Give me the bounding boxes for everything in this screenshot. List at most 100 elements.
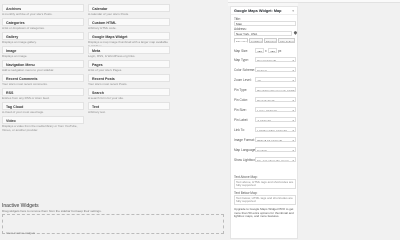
dropdown-arrow-icon: ▾ [292,128,294,132]
field-label: Pin Size: [234,108,247,112]
widget-item-header[interactable]: Google Maps Widget [88,32,170,40]
dropdown-arrow-icon: ▾ [292,68,294,72]
field-label: Pin Type: [234,88,248,92]
widget-item-header[interactable]: Recent Comments [2,74,84,82]
widget-item-description: A search form for your site. [88,96,124,100]
upgrade-notice-text: Upgrade to Google Maps Widget PRO to get… [234,207,294,219]
field-select[interactable]: PNG 8-bit (default) ▾ [255,137,296,142]
widget-item-header[interactable]: Navigation Menu [2,60,84,68]
tab-info-support[interactable]: Info & Support [278,38,295,43]
widget-item-title: Search [92,91,104,96]
widget-item-description: A cloud of your most used tags. [2,110,44,114]
text-below-textarea[interactable]: Text below, HTML tags and shortcodes are… [234,194,296,205]
widget-item-title: Categories [6,21,25,26]
widget-item-description: Displays an image gallery. [2,40,37,44]
field-label: Link To: [234,128,245,132]
widget-title: Google Maps Widget: Map [234,9,282,14]
field-label: Pin Label: [234,118,249,122]
field-label: Pin Color: [234,98,248,102]
widget-item-description: Login, RSS, & WordPress.org links. [88,54,136,58]
field-select[interactable]: Predefined by Google (default) ▾ [255,87,296,92]
widget-item-header[interactable]: Recent Posts [88,74,170,82]
dropdown-arrow-icon: ▾ [292,118,294,122]
field-label: Map Type: [234,58,249,62]
map-size-label: Map Size: [234,49,249,53]
dropdown-arrow-icon: ▾ [292,78,294,82]
widget-area-panel: Google Maps Widget: Map ▾ Title: Map Add… [228,3,298,240]
map-height-input[interactable]: 250 [268,48,277,53]
widget-item-description: Your site's most recent Posts. [88,82,128,86]
map-pin-icon[interactable] [292,30,298,36]
field-label: Show Lightbox: [234,158,256,162]
widget-item-header[interactable]: Gallery [2,32,84,40]
widget-item-header[interactable]: Tag Cloud [2,102,84,110]
widget-item-header[interactable]: Video [2,116,84,124]
widget-item-title: Image [6,49,17,54]
field-label: Zoom Level: [234,78,252,82]
field-label: Color Scheme: [234,68,256,72]
field-label: Map Language: [234,148,257,152]
field-select[interactable]: English ▾ [255,147,296,152]
field-select-value: Road (default) [257,58,277,62]
field-select-value: Default [257,68,267,72]
px-label: px [278,49,282,53]
field-select[interactable]: Large (default) ▾ [255,107,296,112]
widget-item-header[interactable]: Meta [88,46,170,54]
widget-item-description: A list or dropdown of categories. [2,26,45,30]
field-select[interactable]: Default ▾ [255,67,296,72]
widget-item-title: Pages [92,63,103,68]
widget-item-header[interactable]: Image [2,46,84,54]
widget-item-description: A calendar of your site's Posts. [88,12,129,16]
widget-item-header[interactable]: Calendar [88,4,170,12]
field-select-value: A (default) [257,118,271,122]
tab-shortcode[interactable]: Shortcode [264,38,277,43]
title-input[interactable]: Map [234,20,296,26]
widget-item-description: A monthly archive of your site's Posts. [2,12,53,16]
widget-item-header[interactable]: Custom HTML [88,18,170,26]
widget-item-title: Gallery [6,35,19,40]
widget-item-header[interactable]: Pages [88,60,170,68]
field-select-value: English [257,148,268,152]
widget-item-title: Video [6,119,16,124]
widget-item-header[interactable]: Archives [2,4,84,12]
field-select-value: Lightbox Map (default) [257,128,288,132]
widget-item-header[interactable]: Text [88,102,170,110]
widget-item-header[interactable]: Search [88,88,170,96]
inactive-widgets-dropzone[interactable]: Clear inactive widgets [2,214,224,235]
field-select-value: PNG 8-bit (default) [257,138,283,142]
dropdown-arrow-icon: ▾ [292,158,294,162]
widget-item-title: Navigation Menu [6,63,35,68]
widget-item-description: Entries from any RSS or Atom feed. [2,96,50,100]
field-select-value: Large (default) [257,108,277,112]
widget-item-header[interactable]: RSS [2,88,84,96]
address-input[interactable]: New York, USA [234,30,292,36]
chevron-down-icon[interactable]: ▾ [292,9,294,13]
field-select[interactable]: Red (default) ▾ [255,97,296,102]
tab-lightbox-map[interactable]: Lightbox Map [249,38,263,43]
widget-item-title: Custom HTML [92,21,117,26]
dropdown-arrow-icon: ▾ [292,138,294,142]
widget-item-title: Tag Cloud [6,105,24,110]
widget-item-title: Calendar [92,7,108,12]
dropdown-arrow-icon: ▾ [292,58,294,62]
widget-item-title: Archives [6,7,22,12]
map-width-input[interactable]: 250 [255,48,264,53]
field-select[interactable]: A (default) ▾ [255,117,296,122]
sidebar-area: Google Maps Widget: Map ▾ Title: Map Add… [228,0,400,240]
widget-item-header[interactable]: Categories [2,18,84,26]
widget-item-title: Text [92,105,100,110]
google-maps-widget-form: Google Maps Widget: Map ▾ Title: Map Add… [230,6,298,239]
field-select[interactable]: Lightbox Map (default) ▾ [255,127,296,132]
field-select[interactable]: Road (default) ▾ [255,57,296,62]
tab-thumbnail-map[interactable]: Thumbnail Map [234,38,248,43]
field-label: Image Format: [234,138,255,142]
upgrade-notice: Upgrade to Google Maps Widget PRO to get… [234,207,297,219]
widget-item-description: Displays an image. [2,54,28,58]
field-select-value: Predefined by Google (default) [257,88,296,92]
text-above-textarea[interactable]: Text above, HTML tags and shortcodes are… [234,178,296,189]
widget-title-bar[interactable]: Google Maps Widget: Map ▾ [231,7,297,15]
field-select[interactable]: 13 ▾ [255,77,296,82]
field-select[interactable]: No, just show the image ▾ [255,157,296,162]
widget-item-title: Recent Posts [92,77,115,82]
clear-inactive-widgets-text[interactable]: Clear inactive widgets [6,231,35,235]
